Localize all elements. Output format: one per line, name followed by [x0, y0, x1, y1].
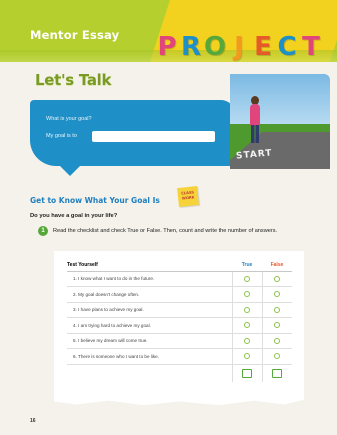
false-count-box[interactable] — [272, 368, 283, 378]
true-cell — [231, 271, 262, 287]
step-number-badge: 1 — [38, 226, 48, 236]
project-letter: J — [234, 32, 244, 62]
class-work-badge: CLASS WORK — [177, 186, 199, 207]
statement: 3. I have plans to achieve my goal. — [67, 302, 232, 318]
table-row: 2. My goal doesn't change often. — [67, 286, 292, 303]
project-letter: O — [203, 32, 227, 62]
false-circle[interactable] — [274, 291, 281, 298]
false-count-cell — [261, 364, 292, 382]
true-circle[interactable] — [244, 275, 250, 282]
road-photo: START — [230, 74, 330, 169]
life-goal-question: Do you have a goal in your life? — [30, 213, 118, 219]
lets-talk-title: Let's Talk — [35, 71, 112, 89]
statement: 4. I am trying hard to achieve my goal. — [67, 317, 232, 334]
goal-question: What is your goal? — [46, 116, 92, 122]
girl-legs — [251, 125, 259, 143]
false-cell — [261, 333, 292, 349]
statement: 6. There is someone who I want to be lik… — [67, 348, 232, 365]
false-cell — [261, 348, 292, 365]
project-letter: P — [157, 32, 177, 62]
true-circle[interactable] — [244, 306, 250, 313]
header-true: True — [232, 259, 262, 272]
true-cell — [231, 348, 262, 365]
true-cell — [231, 286, 262, 303]
girl-body — [250, 104, 260, 126]
project-title: PROJECT — [155, 28, 323, 62]
goal-answer-field[interactable] — [92, 131, 215, 142]
true-cell — [231, 317, 262, 334]
true-circle[interactable] — [244, 337, 250, 344]
project-letter: T — [302, 32, 320, 62]
page-number: 16 — [30, 418, 36, 424]
false-cell — [261, 302, 292, 318]
project-letter: C — [277, 32, 297, 62]
statement: 1. I know what I want to do in the futur… — [67, 271, 232, 287]
true-cell — [231, 333, 262, 349]
table-row: 3. I have plans to achieve my goal. — [67, 302, 292, 318]
instruction-text: Read the checklist and check True or Fal… — [53, 228, 278, 234]
table-row: 6. There is someone who I want to be lik… — [67, 348, 292, 365]
table-row: 1. I know what I want to do in the futur… — [67, 271, 292, 287]
statement: 5. I believe my dream will come true. — [67, 333, 232, 349]
checklist-card: Test Yourself True False 1. I know what … — [54, 251, 304, 406]
goal-prompt: My goal is to — [46, 133, 77, 139]
project-letter: E — [254, 32, 272, 62]
false-circle[interactable] — [274, 353, 281, 360]
mentor-essay-label: Mentor Essay — [30, 28, 120, 42]
false-cell — [261, 286, 292, 303]
statement: 2. My goal doesn't change often. — [67, 286, 232, 303]
table-row: 4. I am trying hard to achieve my goal. — [67, 317, 292, 334]
section-title: Get to Know What Your Goal Is — [30, 196, 160, 205]
false-cell — [261, 271, 292, 287]
true-count-cell — [231, 364, 262, 382]
true-circle[interactable] — [244, 322, 250, 329]
false-circle[interactable] — [274, 275, 281, 282]
count-label-cell — [67, 364, 232, 382]
false-circle[interactable] — [274, 322, 281, 329]
true-circle[interactable] — [244, 353, 250, 360]
false-cell — [261, 317, 292, 334]
header-false: False — [262, 259, 292, 272]
false-circle[interactable] — [274, 337, 281, 344]
table-row: 5. I believe my dream will come true. — [67, 333, 292, 349]
checklist-table: Test Yourself True False 1. I know what … — [67, 259, 292, 382]
project-letter: R — [180, 32, 202, 62]
textbook-page: Mentor Essay PROJECT Let's Talk What is … — [0, 0, 337, 435]
count-row — [67, 364, 292, 382]
header-test-yourself: Test Yourself — [67, 259, 232, 272]
true-circle[interactable] — [244, 291, 250, 298]
true-cell — [231, 302, 262, 318]
badge-line-2: WORK — [181, 195, 195, 201]
true-count-box[interactable] — [242, 368, 252, 378]
false-circle[interactable] — [274, 306, 281, 313]
